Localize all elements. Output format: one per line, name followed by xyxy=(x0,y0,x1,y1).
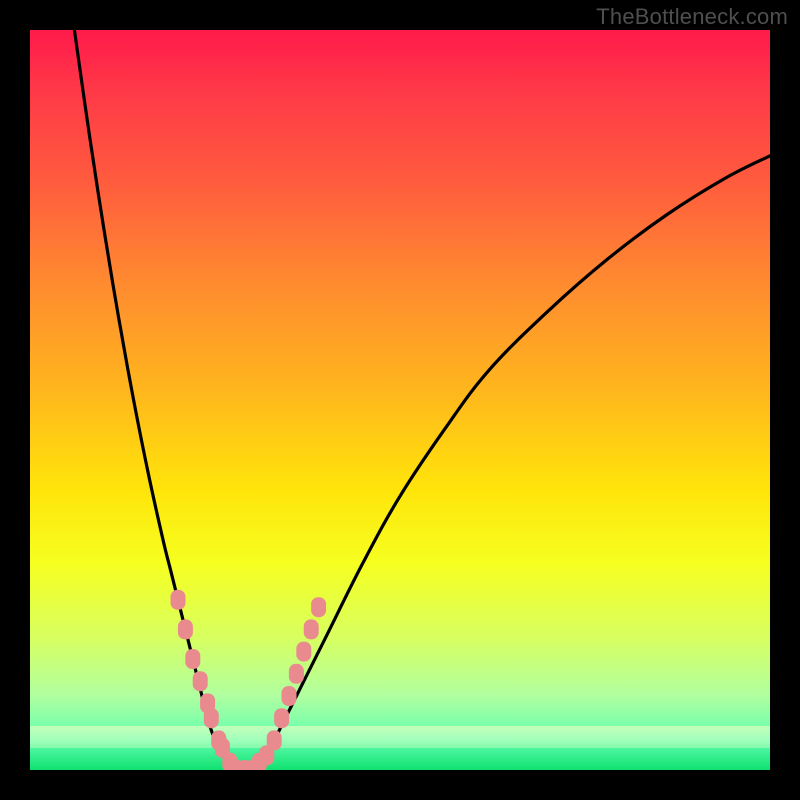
data-marker xyxy=(296,642,311,662)
data-marker xyxy=(304,619,319,639)
data-marker xyxy=(274,708,289,728)
data-marker xyxy=(185,649,200,669)
data-marker xyxy=(204,708,219,728)
data-marker xyxy=(193,671,208,691)
curve-layer xyxy=(30,30,770,770)
data-marker xyxy=(178,619,193,639)
data-marker xyxy=(171,590,186,610)
plot-area xyxy=(30,30,770,770)
data-marker xyxy=(267,730,282,750)
data-marker xyxy=(311,597,326,617)
bottleneck-curve xyxy=(74,30,770,770)
chart-frame: TheBottleneck.com xyxy=(0,0,800,800)
data-marker xyxy=(289,664,304,684)
data-marker xyxy=(282,686,297,706)
watermark-text: TheBottleneck.com xyxy=(596,4,788,30)
